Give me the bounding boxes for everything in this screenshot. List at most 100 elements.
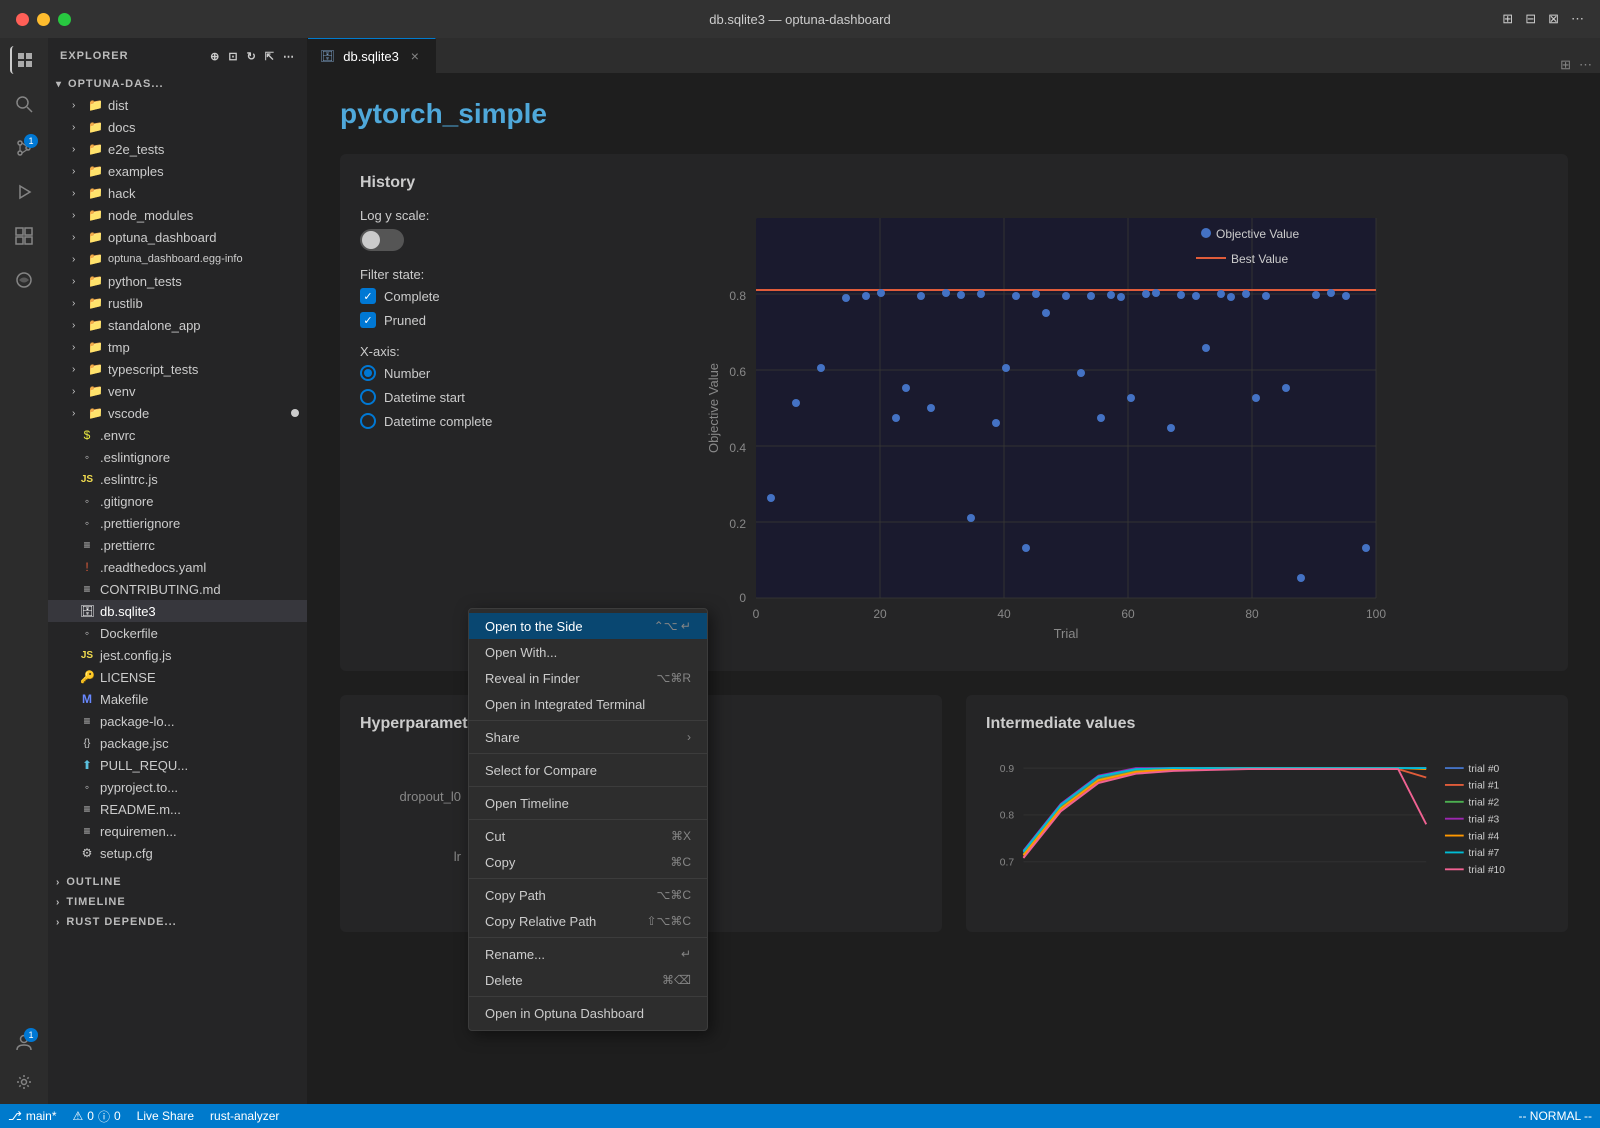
- ctx-open-with[interactable]: Open With...: [469, 639, 707, 665]
- pruned-checkbox-row[interactable]: ✓ Pruned: [360, 312, 540, 328]
- file-setup-cfg[interactable]: ⚙ setup.cfg: [48, 842, 307, 864]
- svg-text:Objective Value: Objective Value: [706, 363, 721, 453]
- file-requirements[interactable]: ≡ requiremen...: [48, 820, 307, 842]
- folder-hack[interactable]: › 📁 hack: [48, 182, 307, 204]
- root-folder[interactable]: ▾ OPTUNA-DAS...: [48, 74, 307, 94]
- file-package-json[interactable]: {} package.jsc: [48, 732, 307, 754]
- file-readthedocs[interactable]: ! .readthedocs.yaml: [48, 556, 307, 578]
- folder-python-tests[interactable]: › 📁 python_tests: [48, 270, 307, 292]
- ctx-delete[interactable]: Delete ⌘⌫: [469, 967, 707, 993]
- folder-examples[interactable]: › 📁 examples: [48, 160, 307, 182]
- extensions-icon[interactable]: [10, 222, 38, 250]
- file-pyproject[interactable]: ◦ pyproject.to...: [48, 776, 307, 798]
- folder-standalone-app[interactable]: › 📁 standalone_app: [48, 314, 307, 336]
- tab-db-sqlite3[interactable]: 🗄 db.sqlite3 ×: [308, 38, 436, 73]
- folder-tmp[interactable]: › 📁 tmp: [48, 336, 307, 358]
- folder-node-modules[interactable]: › 📁 node_modules: [48, 204, 307, 226]
- file-readme[interactable]: ≡ README.m...: [48, 798, 307, 820]
- folder-venv[interactable]: › 📁 venv: [48, 380, 307, 402]
- file-prettierignore[interactable]: ◦ .prettierignore: [48, 512, 307, 534]
- file-envrc[interactable]: $ .envrc: [48, 424, 307, 446]
- remote-icon[interactable]: [10, 266, 38, 294]
- radio-number-label: Number: [384, 366, 430, 381]
- folder-egg-info[interactable]: › 📁 optuna_dashboard.egg-info: [48, 248, 307, 270]
- new-file-icon[interactable]: ⊕: [210, 50, 220, 63]
- file-eslintignore[interactable]: ◦ .eslintignore: [48, 446, 307, 468]
- branch-status[interactable]: ⎇ main*: [8, 1109, 57, 1123]
- radio-datetime-start-row[interactable]: Datetime start: [360, 389, 540, 405]
- file-eslintrc[interactable]: JS .eslintrc.js: [48, 468, 307, 490]
- file-pull-request[interactable]: ⬆ PULL_REQU...: [48, 754, 307, 776]
- explorer-icon[interactable]: [10, 46, 38, 74]
- refresh-icon[interactable]: ↻: [247, 50, 257, 63]
- more-icon[interactable]: ⋯: [1571, 11, 1584, 27]
- more-tabs-icon[interactable]: ⋯: [1579, 57, 1592, 73]
- radio-number-row[interactable]: Number: [360, 365, 540, 381]
- rust-deps-label: RUST DEPENDE...: [66, 916, 176, 928]
- ctx-share[interactable]: Share ›: [469, 724, 707, 750]
- file-vscode[interactable]: › 📁 vscode: [48, 402, 307, 424]
- ctx-select-for-compare[interactable]: Select for Compare: [469, 757, 707, 783]
- error-status[interactable]: ⚠ 0 ⓘ 0: [73, 1108, 121, 1125]
- ctx-open-integrated-terminal[interactable]: Open in Integrated Terminal: [469, 691, 707, 717]
- folder-docs[interactable]: › 📁 docs: [48, 116, 307, 138]
- file-jest-config[interactable]: JS jest.config.js: [48, 644, 307, 666]
- section-outline[interactable]: › OUTLINE: [48, 872, 307, 892]
- file-db-sqlite3[interactable]: 🗄 db.sqlite3: [48, 600, 307, 622]
- complete-checkbox-row[interactable]: ✓ Complete: [360, 288, 540, 304]
- sidebar-toggle-icon[interactable]: ⊞: [1502, 11, 1513, 27]
- pruned-checkbox[interactable]: ✓: [360, 312, 376, 328]
- complete-checkbox[interactable]: ✓: [360, 288, 376, 304]
- ctx-reveal-in-finder[interactable]: Reveal in Finder ⌥⌘R: [469, 665, 707, 691]
- live-share-status[interactable]: Live Share: [137, 1109, 194, 1123]
- radio-datetime-complete-row[interactable]: Datetime complete: [360, 413, 540, 429]
- folder-rustlib[interactable]: › 📁 rustlib: [48, 292, 307, 314]
- panel-icon[interactable]: ⊠: [1548, 11, 1559, 27]
- folder-optuna-dashboard[interactable]: › 📁 optuna_dashboard: [48, 226, 307, 248]
- titlebar-icons[interactable]: ⊞ ⊟ ⊠ ⋯: [1502, 11, 1584, 27]
- source-control-icon[interactable]: 1: [10, 134, 38, 162]
- radio-datetime-complete[interactable]: [360, 413, 376, 429]
- file-dockerfile[interactable]: ◦ Dockerfile: [48, 622, 307, 644]
- file-gitignore[interactable]: ◦ .gitignore: [48, 490, 307, 512]
- minimize-button[interactable]: [37, 13, 50, 26]
- tab-close-button[interactable]: ×: [407, 48, 423, 64]
- ctx-rename[interactable]: Rename... ↵: [469, 941, 707, 967]
- settings-icon[interactable]: [10, 1068, 38, 1096]
- radio-number[interactable]: [360, 365, 376, 381]
- section-timeline[interactable]: › TIMELINE: [48, 892, 307, 912]
- collapse-icon[interactable]: ⇱: [265, 50, 275, 63]
- radio-datetime-start[interactable]: [360, 389, 376, 405]
- debug-icon[interactable]: [10, 178, 38, 206]
- layout-icon[interactable]: ⊟: [1525, 11, 1536, 27]
- accounts-icon[interactable]: 1: [10, 1028, 38, 1056]
- folder-typescript-tests[interactable]: › 📁 typescript_tests: [48, 358, 307, 380]
- file-prettierrc[interactable]: ≡ .prettierrc: [48, 534, 307, 556]
- ctx-copy-path[interactable]: Copy Path ⌥⌘C: [469, 882, 707, 908]
- file-makefile[interactable]: M Makefile: [48, 688, 307, 710]
- file-license[interactable]: 🔑 LICENSE: [48, 666, 307, 688]
- ctx-cut[interactable]: Cut ⌘X: [469, 823, 707, 849]
- more-actions-icon[interactable]: ⋯: [283, 50, 295, 63]
- ctx-open-timeline[interactable]: Open Timeline: [469, 790, 707, 816]
- file-package-lock[interactable]: ≡ package-lo...: [48, 710, 307, 732]
- ctx-copy-relative-path[interactable]: Copy Relative Path ⇧⌥⌘C: [469, 908, 707, 934]
- file-contributing[interactable]: ≡ CONTRIBUTING.md: [48, 578, 307, 600]
- new-folder-icon[interactable]: ⊡: [228, 50, 238, 63]
- ctx-open-optuna[interactable]: Open in Optuna Dashboard: [469, 1000, 707, 1026]
- traffic-lights[interactable]: [16, 13, 71, 26]
- rust-analyzer-status[interactable]: rust-analyzer: [210, 1109, 279, 1123]
- close-button[interactable]: [16, 13, 29, 26]
- history-title: History: [360, 174, 1548, 192]
- tab-bar-right[interactable]: ⊞ ⋯: [1552, 57, 1600, 73]
- ctx-open-to-side[interactable]: Open to the Side ⌃⌥ ↵: [469, 613, 707, 639]
- folder-dist[interactable]: › 📁 dist: [48, 94, 307, 116]
- search-icon[interactable]: [10, 90, 38, 118]
- log-y-scale-toggle[interactable]: [360, 229, 404, 251]
- sidebar-header-icons[interactable]: ⊕ ⊡ ↻ ⇱ ⋯: [210, 50, 295, 63]
- split-editor-icon[interactable]: ⊞: [1560, 57, 1571, 73]
- section-rust-deps[interactable]: › RUST DEPENDE...: [48, 912, 307, 932]
- folder-e2e-tests[interactable]: › 📁 e2e_tests: [48, 138, 307, 160]
- ctx-copy[interactable]: Copy ⌘C: [469, 849, 707, 875]
- maximize-button[interactable]: [58, 13, 71, 26]
